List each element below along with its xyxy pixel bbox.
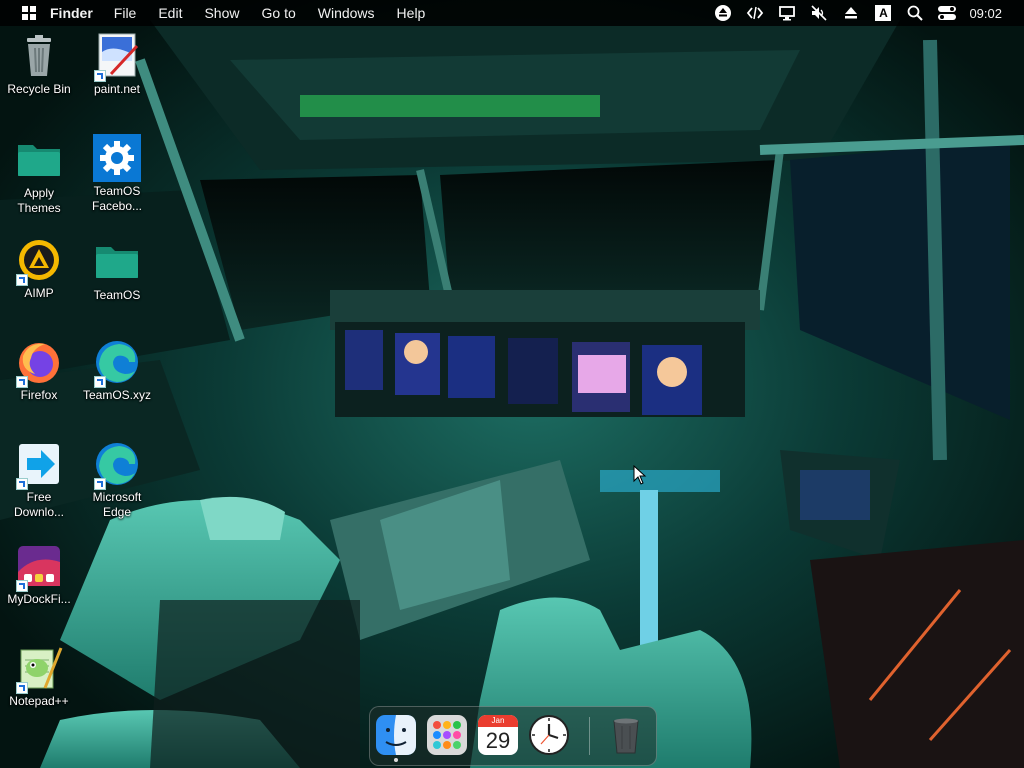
- menu-show[interactable]: Show: [193, 5, 250, 21]
- desktop-icon-label: Recycle Bin: [7, 82, 71, 96]
- notepad-plus-plus-icon: [15, 644, 63, 694]
- desktop-icon-label: MyDockFi...: [7, 592, 71, 606]
- input-method-indicator[interactable]: A: [873, 3, 893, 23]
- calendar-day: 29: [485, 728, 511, 753]
- desktop-icon-teamos-facebook[interactable]: TeamOS Facebo...: [81, 134, 153, 214]
- desktop-icon-microsoft-edge[interactable]: Microsoft Edge: [81, 440, 153, 520]
- dock-calendar[interactable]: Jan 29: [477, 714, 519, 756]
- shortcut-arrow-icon: [16, 580, 28, 592]
- menu-windows[interactable]: Windows: [307, 5, 386, 21]
- recycle-bin-icon: [15, 32, 63, 80]
- shortcut-arrow-icon: [94, 376, 106, 388]
- shortcut-arrow-icon: [16, 274, 28, 286]
- calendar-month: Jan: [478, 715, 518, 727]
- volume-muted-icon[interactable]: [809, 3, 829, 23]
- eject-icon[interactable]: [841, 3, 861, 23]
- control-center-icon[interactable]: [937, 3, 957, 23]
- dock-clock[interactable]: [528, 714, 570, 756]
- desktop-icon-label: TeamOS: [93, 288, 141, 302]
- edge-icon: [93, 338, 141, 388]
- finder-icon: [376, 715, 416, 755]
- paint-net-icon: [93, 32, 141, 82]
- gear-icon: [93, 134, 141, 182]
- running-indicator: [394, 758, 398, 762]
- calendar-icon: Jan 29: [478, 715, 518, 755]
- download-manager-icon: [15, 440, 63, 490]
- shortcut-arrow-icon: [94, 478, 106, 490]
- shortcut-arrow-icon: [16, 682, 28, 694]
- desktop-icon-teamos-xyz[interactable]: TeamOS.xyz: [81, 338, 153, 403]
- status-tray: A 09:02: [707, 0, 1024, 26]
- desktop-icon-paint-net[interactable]: paint.net: [81, 32, 153, 97]
- desktop-icon-teamos[interactable]: TeamOS: [81, 238, 153, 303]
- eject-circle-icon[interactable]: [713, 3, 733, 23]
- mydockfinder-icon: [15, 542, 63, 592]
- menu-app-name[interactable]: Finder: [50, 5, 103, 21]
- menu-edit[interactable]: Edit: [147, 5, 193, 21]
- menu-file[interactable]: File: [103, 5, 148, 21]
- trash-icon: [613, 718, 639, 754]
- dock-trash[interactable]: [605, 714, 647, 756]
- dock: Jan 29: [369, 706, 657, 766]
- desktop-icon-label: Microsoft Edge: [92, 490, 142, 519]
- shortcut-arrow-icon: [16, 478, 28, 490]
- search-icon[interactable]: [905, 3, 925, 23]
- desktop-icon-apply-themes[interactable]: Apply Themes: [3, 136, 75, 216]
- desktop-icon-label: Free Downlo...: [13, 490, 65, 519]
- shortcut-arrow-icon: [16, 376, 28, 388]
- folder-icon: [93, 238, 141, 286]
- desktop-icon-aimp[interactable]: AIMP: [3, 236, 75, 301]
- shortcut-arrow-icon: [94, 70, 106, 82]
- input-method-label: A: [875, 5, 892, 21]
- menu-bar: Finder File Edit Show Go to Windows Help…: [0, 0, 1024, 26]
- folder-icon: [15, 136, 63, 184]
- desktop-icon-mydockfinder[interactable]: MyDockFi...: [3, 542, 75, 607]
- desktop-icon-label: paint.net: [93, 82, 141, 96]
- code-arrows-icon[interactable]: [745, 3, 765, 23]
- windows-logo-icon[interactable]: [22, 6, 36, 20]
- aimp-icon: [15, 236, 63, 286]
- dock-separator: [589, 717, 590, 755]
- firefox-icon: [15, 338, 63, 388]
- dock-finder[interactable]: [375, 714, 417, 756]
- menu-help[interactable]: Help: [386, 5, 437, 21]
- menu-clock[interactable]: 09:02: [969, 6, 1002, 21]
- menu-go-to[interactable]: Go to: [251, 5, 307, 21]
- launchpad-icon: [427, 715, 467, 755]
- desktop-icon-label: TeamOS.xyz: [82, 388, 151, 402]
- desktop-icon-label: AIMP: [24, 286, 54, 300]
- display-icon[interactable]: [777, 3, 797, 23]
- desktop-icon-firefox[interactable]: Firefox: [3, 338, 75, 403]
- desktop-icon-label: Notepad++: [9, 694, 69, 708]
- desktop-icon-label: TeamOS Facebo...: [91, 184, 143, 213]
- desktop-icon-notepad-plus-plus[interactable]: Notepad++: [3, 644, 75, 709]
- mouse-cursor-icon: [633, 464, 647, 490]
- edge-icon: [93, 440, 141, 490]
- desktop-icon-free-download[interactable]: Free Downlo...: [3, 440, 75, 520]
- desktop-icon-recycle-bin[interactable]: Recycle Bin: [3, 32, 75, 97]
- clock-icon: [529, 715, 569, 755]
- desktop-icon-label: Apply Themes: [17, 186, 61, 215]
- dock-launchpad[interactable]: [426, 714, 468, 756]
- desktop-icon-label: Firefox: [20, 388, 58, 402]
- desktop-wallpaper: [0, 0, 1024, 768]
